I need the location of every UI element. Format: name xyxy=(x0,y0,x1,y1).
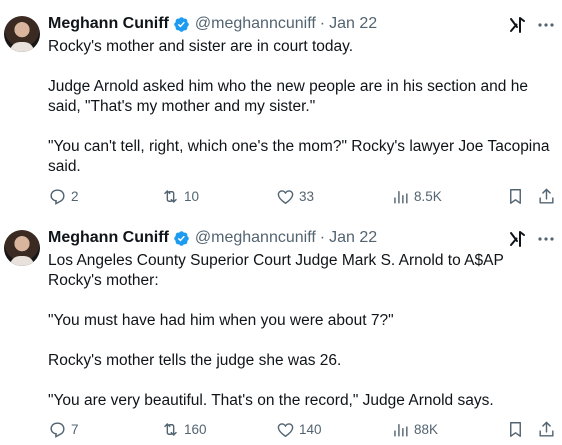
view-count: 8.5K xyxy=(414,188,442,204)
reply-button[interactable]: 7 xyxy=(48,418,79,440)
avatar[interactable] xyxy=(4,230,40,266)
views-button[interactable]: 8.5K xyxy=(391,185,442,207)
share-icon xyxy=(539,421,554,437)
like-button[interactable]: 140 xyxy=(276,418,322,440)
tweet-line: Rocky's mother tells the judge she was 2… xyxy=(48,352,342,369)
view-count: 88K xyxy=(414,421,439,437)
more-options-icon[interactable] xyxy=(536,15,556,35)
like-count: 140 xyxy=(299,421,322,437)
more-options-icon[interactable] xyxy=(536,229,556,249)
reply-icon xyxy=(50,188,65,205)
bookmark-button[interactable] xyxy=(506,185,529,207)
reply-count: 7 xyxy=(71,421,79,437)
author-name[interactable]: Meghann Cuniff xyxy=(48,15,169,33)
author-handle[interactable]: @meghanncuniff xyxy=(195,229,316,247)
heart-icon xyxy=(277,189,294,204)
author-handle[interactable]: @meghanncuniff xyxy=(195,15,316,33)
tweet-header: Meghann Cuniff @meghanncuniff · Jan 22 xyxy=(48,228,377,248)
repost-button[interactable]: 160 xyxy=(161,418,207,440)
like-button[interactable]: 33 xyxy=(276,185,314,207)
reply-button[interactable]: 2 xyxy=(48,185,79,207)
tweet-line: Judge Arnold asked him who the new peopl… xyxy=(48,78,528,115)
grok-icon[interactable] xyxy=(508,229,528,249)
separator-dot: · xyxy=(319,15,326,32)
share-button[interactable] xyxy=(537,418,560,440)
like-count: 33 xyxy=(299,188,315,204)
repost-icon xyxy=(164,189,177,203)
author-name[interactable]: Meghann Cuniff xyxy=(48,229,169,247)
heart-icon xyxy=(277,422,294,437)
repost-count: 10 xyxy=(184,188,200,204)
views-button[interactable]: 88K xyxy=(391,418,438,440)
avatar[interactable] xyxy=(4,16,40,52)
tweet-line: "You are very beautiful. That's on the r… xyxy=(48,392,494,409)
tweet-text: Rocky's mother and sister are in court t… xyxy=(48,37,553,177)
tweet-date[interactable]: Jan 22 xyxy=(329,15,377,33)
tweet-actions: 2 10 33 8.5K xyxy=(48,185,558,207)
repost-count: 160 xyxy=(184,421,207,437)
separator-dot: · xyxy=(319,229,326,246)
tweet-line: "You must have had him when you were abo… xyxy=(48,312,394,329)
share-icon xyxy=(539,188,554,204)
share-button[interactable] xyxy=(537,185,560,207)
verified-badge-icon xyxy=(174,16,189,32)
bookmark-icon xyxy=(510,421,521,437)
tweet-date[interactable]: Jan 22 xyxy=(329,229,377,247)
views-icon xyxy=(394,190,408,204)
bookmark-icon xyxy=(510,188,521,204)
tweet-actions: 7 160 140 88K xyxy=(48,418,558,440)
reply-count: 2 xyxy=(71,188,79,204)
repost-button[interactable]: 10 xyxy=(161,185,199,207)
tweet-line: Rocky's mother and sister are in court t… xyxy=(48,38,354,55)
bookmark-button[interactable] xyxy=(506,418,529,440)
tweet-header: Meghann Cuniff @meghanncuniff · Jan 22 xyxy=(48,14,377,34)
tweet-line: Los Angeles County Superior Court Judge … xyxy=(48,252,504,289)
tweet-line: "You can't tell, right, which one's the … xyxy=(48,138,550,175)
grok-icon[interactable] xyxy=(508,15,528,35)
reply-icon xyxy=(50,421,65,438)
repost-icon xyxy=(164,422,177,436)
views-icon xyxy=(394,423,408,437)
tweet-text: Los Angeles County Superior Court Judge … xyxy=(48,251,553,411)
verified-badge-icon xyxy=(174,230,189,246)
